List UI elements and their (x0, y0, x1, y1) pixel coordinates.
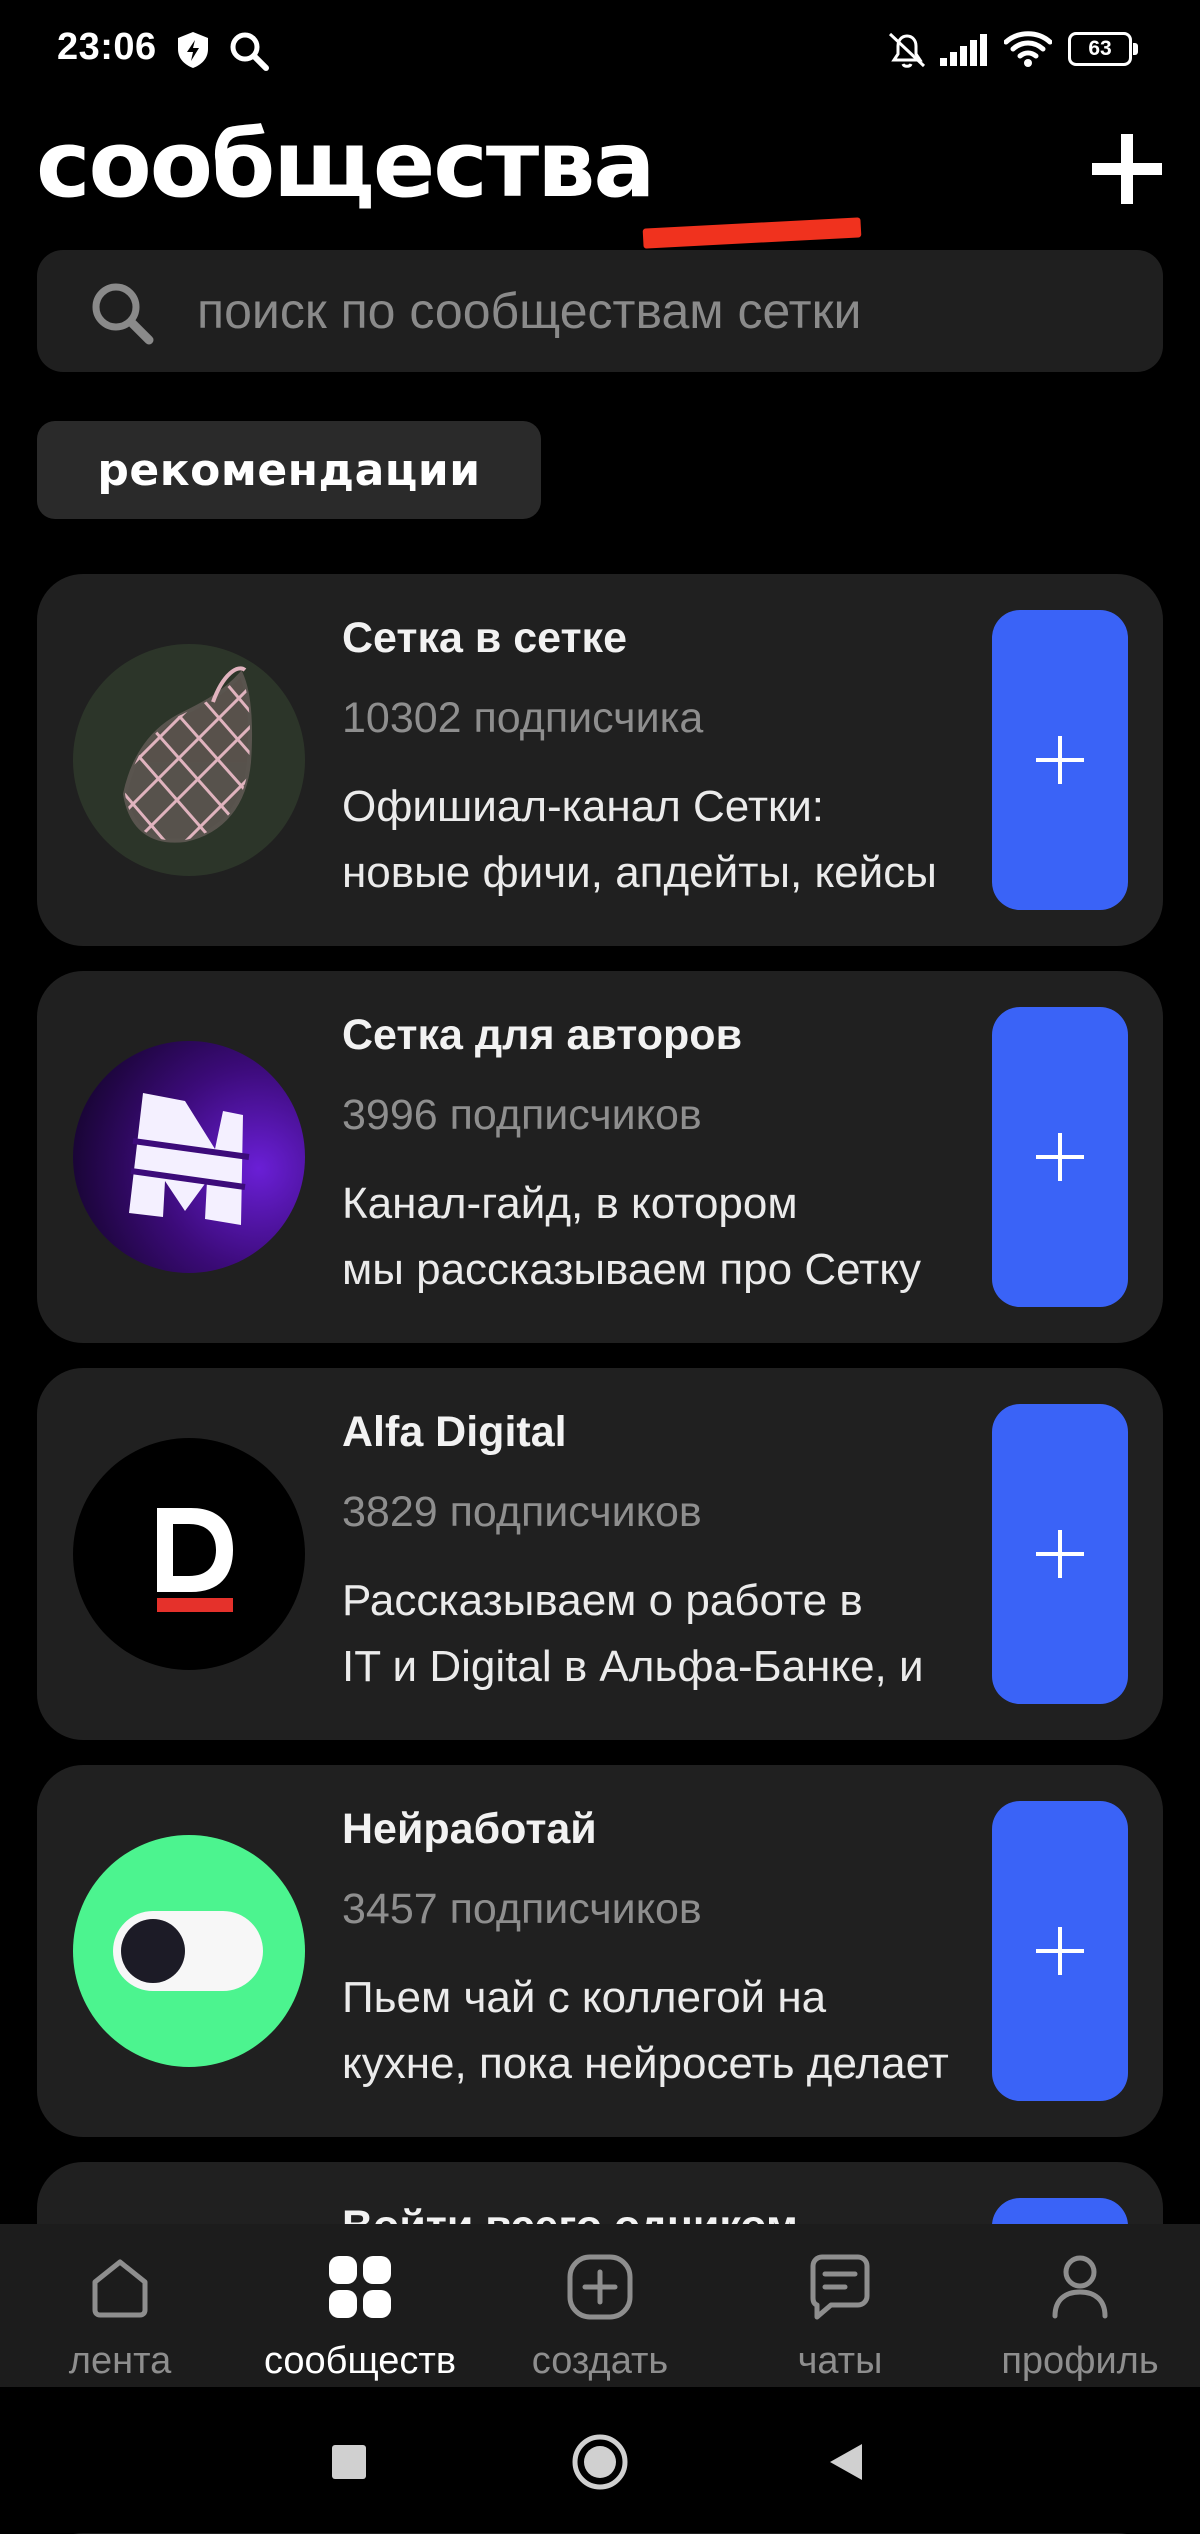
community-description: Рассказываем о работе в IT и Digital в А… (342, 1576, 924, 1691)
add-square-icon (567, 2254, 633, 2320)
community-name: Alfa Digital (342, 1408, 567, 1456)
search-icon (92, 283, 154, 345)
plus-icon (1036, 1530, 1084, 1578)
battery-level: 63 (1088, 37, 1112, 60)
plus-icon (1036, 736, 1084, 784)
subscribe-button[interactable] (992, 610, 1128, 910)
bottom-nav: лента сообществ создать чаты профиль (0, 2224, 1200, 2387)
plus-icon[interactable] (1090, 132, 1164, 206)
community-name: Сетка в сетке (342, 614, 627, 662)
grid-icon (329, 2256, 391, 2318)
alfa-digital-logo (73, 1438, 305, 1670)
signal-icon (940, 34, 987, 66)
subscribe-button[interactable] (992, 1801, 1128, 2101)
recent-apps-icon[interactable] (330, 2443, 368, 2481)
nav-create[interactable]: создать (480, 2224, 720, 2387)
home-icon (92, 2259, 148, 2318)
subscriber-count: 3457 подписчиков (342, 1885, 702, 1933)
nav-label: чаты (797, 2340, 883, 2382)
status-bar: 23:06 63 (0, 0, 1200, 100)
wifi-icon (1004, 31, 1052, 67)
nav-feed[interactable]: лента (0, 2224, 240, 2387)
status-time: 23:06 (57, 26, 157, 68)
community-card[interactable]: Сетка в сетке 10302 подписчика Офишиал-к… (37, 574, 1163, 946)
community-card[interactable]: Alfa Digital 3829 подписчиков Рассказыва… (37, 1368, 1163, 1740)
search-icon (230, 32, 269, 71)
community-name: Сетка для авторов (342, 1011, 742, 1059)
subscribe-button[interactable] (992, 1404, 1128, 1704)
nav-label: сообществ (263, 2340, 457, 2382)
community-name: Нейработай (342, 1805, 597, 1853)
back-icon[interactable] (826, 2441, 866, 2483)
community-description: Канал-гайд, в котором мы рассказываем пр… (342, 1179, 922, 1294)
community-card[interactable]: Нейработай 3457 подписчиков Пьем чай с к… (37, 1765, 1163, 2137)
community-description: Пьем чай с коллегой на кухне, пока нейро… (342, 1973, 949, 2088)
m-letter-logo (73, 1041, 305, 1273)
subscriber-count: 3996 подписчиков (342, 1091, 702, 1139)
subscriber-count: 10302 подписчика (342, 694, 704, 742)
battery-icon: 63 (1068, 32, 1138, 66)
net-bag-logo (73, 644, 305, 876)
plus-icon (1036, 1927, 1084, 1975)
search-bar[interactable] (37, 250, 1163, 372)
recommendations-chip[interactable]: рекомендации (37, 421, 541, 519)
toggle-logo (73, 1835, 305, 2067)
shield-icon (178, 32, 208, 68)
nav-communities[interactable]: сообществ (240, 2224, 480, 2387)
mute-icon (888, 32, 926, 68)
system-nav-bar (0, 2387, 1200, 2533)
subscribe-button[interactable] (992, 1007, 1128, 1307)
subscriber-count: 3829 подписчиков (342, 1488, 702, 1536)
annotation-mark (642, 217, 862, 249)
nav-chats[interactable]: чаты (720, 2224, 960, 2387)
nav-label: профиль (1001, 2340, 1159, 2382)
plus-icon (1036, 1133, 1084, 1181)
nav-label: лента (68, 2340, 172, 2382)
chat-icon (810, 2254, 870, 2320)
profile-icon (1052, 2255, 1108, 2319)
page-title: сообщества (36, 111, 655, 218)
home-button-icon[interactable] (571, 2433, 629, 2491)
nav-label: создать (531, 2340, 669, 2382)
search-input[interactable] (197, 250, 1097, 372)
community-card[interactable]: Сетка для авторов 3996 подписчиков Канал… (37, 971, 1163, 1343)
nav-profile[interactable]: профиль (960, 2224, 1200, 2387)
community-description: Офишиал-канал Сетки: новые фичи, апдейты… (342, 782, 937, 897)
